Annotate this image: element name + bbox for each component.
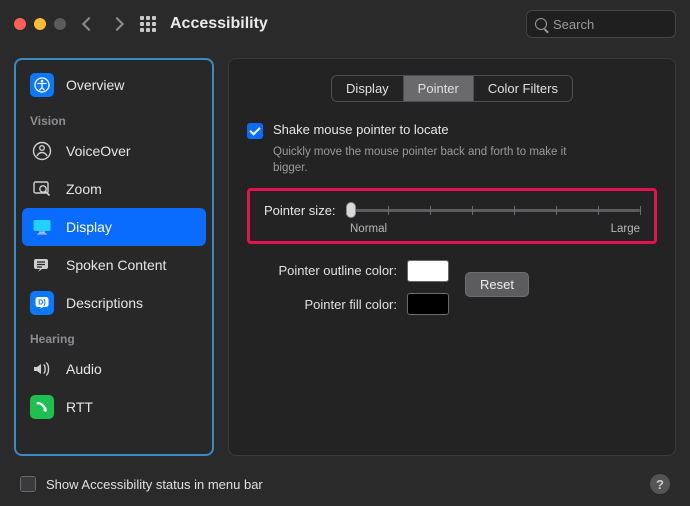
- close-window-button[interactable]: [14, 18, 26, 30]
- sidebar-item-spoken-content[interactable]: Spoken Content: [22, 246, 206, 284]
- sidebar-item-rtt[interactable]: RTT: [22, 388, 206, 426]
- pointer-size-highlight: Pointer size: Normal Large: [247, 188, 657, 244]
- pointer-size-label: Pointer size:: [264, 203, 336, 218]
- voiceover-icon: [30, 139, 54, 163]
- minimize-window-button[interactable]: [34, 18, 46, 30]
- window-title: Accessibility: [170, 15, 526, 33]
- slider-min-label: Normal: [350, 223, 387, 235]
- sidebar-item-label: VoiceOver: [66, 143, 131, 159]
- sidebar-item-label: RTT: [66, 399, 93, 415]
- section-header-vision: Vision: [22, 104, 206, 132]
- sidebar-item-label: Descriptions: [66, 295, 143, 311]
- display-icon: [30, 215, 54, 239]
- tab-pointer[interactable]: Pointer: [403, 76, 473, 101]
- tab-color-filters[interactable]: Color Filters: [473, 76, 572, 101]
- back-button[interactable]: [82, 17, 96, 31]
- descriptions-icon: D): [30, 291, 54, 315]
- footer: Show Accessibility status in menu bar ?: [0, 466, 690, 502]
- sidebar-item-label: Overview: [66, 77, 124, 93]
- accessibility-icon: [30, 73, 54, 97]
- forward-button[interactable]: [110, 17, 124, 31]
- window-controls: [14, 18, 66, 30]
- shake-to-locate-checkbox[interactable]: [247, 123, 263, 139]
- sidebar-item-descriptions[interactable]: D) Descriptions: [22, 284, 206, 322]
- fill-color-swatch[interactable]: [407, 293, 449, 315]
- zoom-window-button[interactable]: [54, 18, 66, 30]
- slider-knob[interactable]: [346, 202, 356, 218]
- audio-icon: [30, 357, 54, 381]
- sidebar-item-label: Display: [66, 219, 112, 235]
- status-menubar-checkbox[interactable]: [20, 476, 36, 492]
- search-icon: [535, 18, 547, 30]
- tab-group: Display Pointer Color Filters: [331, 75, 573, 102]
- show-all-icon[interactable]: [140, 16, 156, 32]
- sidebar-item-audio[interactable]: Audio: [22, 350, 206, 388]
- shake-to-locate-description: Quickly move the mouse pointer back and …: [273, 145, 593, 176]
- spoken-content-icon: [30, 253, 54, 277]
- outline-color-label: Pointer outline color:: [247, 263, 397, 278]
- sidebar-item-label: Spoken Content: [66, 257, 166, 273]
- sidebar: Overview Vision VoiceOver Zoom Display: [14, 58, 214, 456]
- help-button[interactable]: ?: [650, 474, 670, 494]
- sidebar-item-label: Audio: [66, 361, 102, 377]
- status-menubar-label: Show Accessibility status in menu bar: [46, 477, 640, 492]
- sidebar-item-label: Zoom: [66, 181, 102, 197]
- svg-text:D): D): [38, 300, 45, 307]
- rtt-icon: [30, 395, 54, 419]
- settings-panel: Display Pointer Color Filters Shake mous…: [228, 58, 676, 456]
- pointer-size-slider[interactable]: [346, 201, 640, 219]
- search-input[interactable]: Search: [526, 10, 676, 38]
- nav-arrows: [84, 19, 122, 29]
- search-placeholder: Search: [553, 17, 594, 32]
- zoom-icon: [30, 177, 54, 201]
- slider-max-label: Large: [611, 223, 640, 235]
- reset-button[interactable]: Reset: [465, 272, 529, 297]
- sidebar-item-zoom[interactable]: Zoom: [22, 170, 206, 208]
- fill-color-label: Pointer fill color:: [247, 297, 397, 312]
- shake-to-locate-label: Shake mouse pointer to locate: [273, 122, 449, 137]
- section-header-hearing: Hearing: [22, 322, 206, 350]
- tab-display[interactable]: Display: [332, 76, 403, 101]
- sidebar-item-voiceover[interactable]: VoiceOver: [22, 132, 206, 170]
- outline-color-swatch[interactable]: [407, 260, 449, 282]
- sidebar-item-display[interactable]: Display: [22, 208, 206, 246]
- titlebar: Accessibility Search: [0, 0, 690, 48]
- sidebar-item-overview[interactable]: Overview: [22, 66, 206, 104]
